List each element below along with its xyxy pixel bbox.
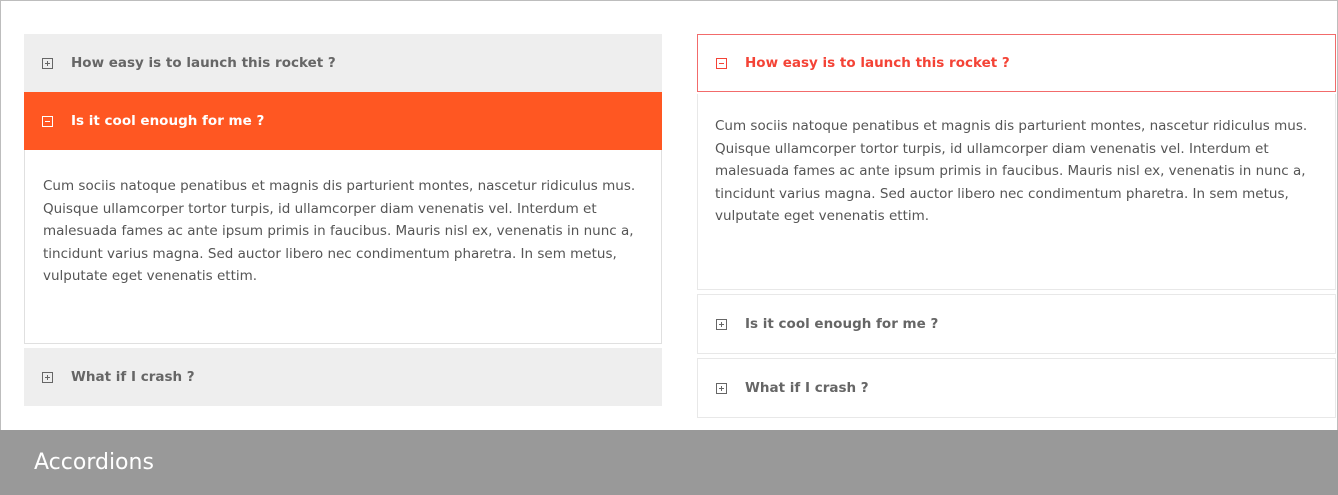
- accordion-body-text: Cum sociis natoque penatibus et magnis d…: [715, 118, 1308, 224]
- right-accordion-panel-launch: Cum sociis natoque penatibus et magnis d…: [697, 94, 1336, 290]
- square-plus-icon: [42, 371, 53, 383]
- left-accordion-panel-cool: Cum sociis natoque penatibus et magnis d…: [24, 150, 662, 344]
- right-accordion-header-cool[interactable]: Is it cool enough for me ?: [697, 294, 1336, 354]
- accordion-title: What if I crash ?: [745, 380, 869, 396]
- square-minus-icon: [42, 115, 53, 127]
- accordion-title: Is it cool enough for me ?: [745, 316, 939, 332]
- square-plus-icon: [716, 382, 727, 394]
- left-accordion-header-launch[interactable]: How easy is to launch this rocket ?: [24, 34, 662, 92]
- left-accordion-header-crash[interactable]: What if I crash ?: [24, 348, 662, 406]
- square-plus-icon: [42, 57, 53, 69]
- demo-frame: How easy is to launch this rocket ? Is i…: [0, 0, 1338, 430]
- right-accordion-header-launch[interactable]: How easy is to launch this rocket ?: [697, 34, 1336, 92]
- accordion-body-text: Cum sociis natoque penatibus et magnis d…: [43, 178, 636, 284]
- accordion-title: How easy is to launch this rocket ?: [745, 55, 1010, 71]
- accordion-title: How easy is to launch this rocket ?: [71, 55, 336, 71]
- square-plus-icon: [716, 318, 727, 330]
- right-accordion-header-crash[interactable]: What if I crash ?: [697, 358, 1336, 418]
- left-accordion: How easy is to launch this rocket ? Is i…: [24, 34, 662, 406]
- square-minus-icon: [716, 57, 727, 69]
- accordion-title: What if I crash ?: [71, 369, 195, 385]
- caption-label: Accordions: [34, 450, 154, 475]
- right-accordion: How easy is to launch this rocket ? Cum …: [697, 34, 1336, 418]
- accordion-title: Is it cool enough for me ?: [71, 113, 265, 129]
- left-accordion-header-cool[interactable]: Is it cool enough for me ?: [24, 92, 662, 150]
- caption-bar: Accordions: [0, 430, 1338, 495]
